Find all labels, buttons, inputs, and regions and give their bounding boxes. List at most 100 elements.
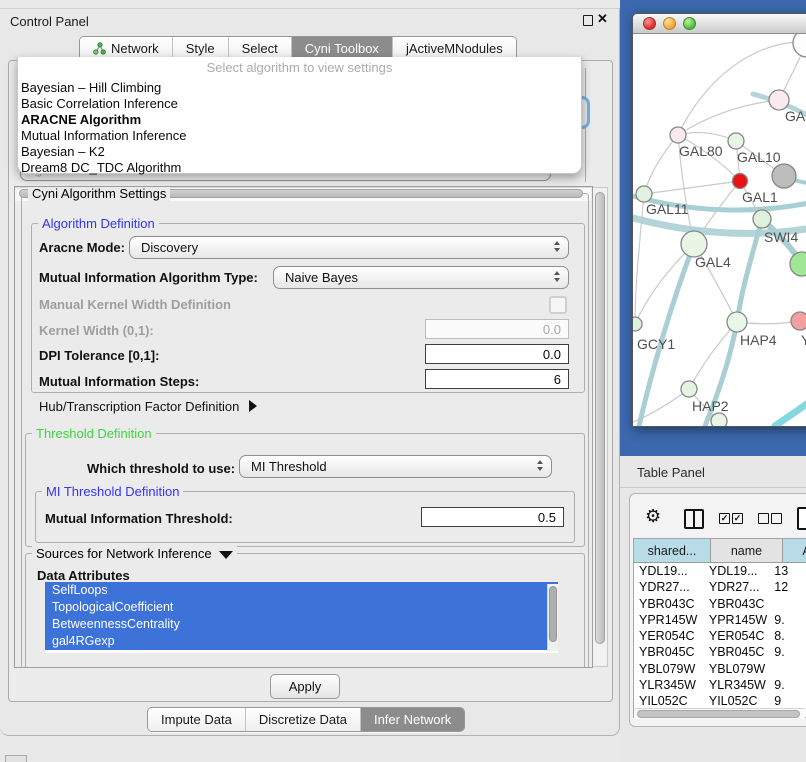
table-row[interactable]: YER054CYER054C8. bbox=[634, 628, 806, 644]
mi-threshold-field[interactable]: 0.5 bbox=[421, 507, 564, 527]
settings-vertical-scrollbar-thumb[interactable] bbox=[595, 192, 605, 644]
minimize-traffic-light[interactable] bbox=[663, 17, 676, 30]
float-window-icon[interactable] bbox=[583, 15, 593, 26]
node[interactable] bbox=[769, 90, 789, 110]
mi-steps-label: Mutual Information Steps: bbox=[39, 374, 199, 389]
algorithm-dropdown-popup: Select algorithm to view settings Bayesi… bbox=[17, 57, 582, 174]
kernel-width-label: Kernel Width (0,1): bbox=[39, 323, 154, 338]
algorithm-option[interactable]: Dream8 DC_TDC Algorithm bbox=[21, 160, 573, 176]
node-gal80[interactable] bbox=[670, 127, 686, 143]
column-header-name[interactable]: name bbox=[711, 539, 783, 563]
collapsed-panel-icon[interactable] bbox=[5, 755, 27, 762]
columns-icon[interactable] bbox=[684, 509, 704, 529]
table-row[interactable]: YBR045CYBR045C9. bbox=[634, 644, 806, 660]
network-canvas[interactable]: GAL GAL80 GAL10 GAL1 GAL11 SWI4 GAL4 GCY… bbox=[633, 34, 806, 426]
tab-discretize-data[interactable]: Discretize Data bbox=[245, 708, 360, 731]
hub-definition-label: Hub/Transcription Factor Definition bbox=[39, 399, 239, 414]
node-hap2[interactable] bbox=[681, 381, 697, 397]
tab-infer-network[interactable]: Infer Network bbox=[360, 708, 464, 731]
column-header[interactable]: A bbox=[783, 539, 806, 563]
settings-vertical-scrollbar[interactable] bbox=[593, 187, 608, 667]
data-attributes-list: SelfLoops TopologicalCoefficient Between… bbox=[45, 582, 558, 653]
manual-kernel-checkbox[interactable] bbox=[549, 296, 567, 314]
checked-checkbox-icon[interactable]: ✓ bbox=[732, 513, 743, 524]
table-horizontal-scrollbar-thumb[interactable] bbox=[637, 710, 800, 718]
algorithm-definition-title: Algorithm Definition bbox=[38, 216, 159, 231]
node-green[interactable] bbox=[790, 252, 806, 276]
table-row[interactable]: YPR145WYPR145W9. bbox=[634, 612, 806, 628]
list-scrollbar-thumb[interactable] bbox=[549, 586, 557, 642]
mi-type-combo[interactable]: Naive Bayes bbox=[273, 266, 569, 289]
settings-scrollpane: Cyni Algorithm Settings Algorithm Defini… bbox=[14, 186, 593, 668]
document-icon[interactable] bbox=[797, 507, 806, 530]
table-row[interactable]: YBL079WYBL079W bbox=[634, 661, 806, 677]
algorithm-option[interactable]: Basic Correlation Inference bbox=[21, 96, 573, 112]
network-window-titlebar[interactable] bbox=[633, 14, 806, 34]
node-label: SWI4 bbox=[764, 229, 798, 245]
node-gray[interactable] bbox=[772, 164, 796, 188]
algorithm-option[interactable]: Bayesian – K2 bbox=[21, 144, 573, 160]
node-label: GAL bbox=[785, 108, 806, 124]
which-threshold-combo[interactable]: MI Threshold bbox=[239, 455, 552, 478]
attribute-item-selected[interactable]: SelfLoops bbox=[45, 582, 558, 599]
mi-type-label: Mutual Information Algorithm Type: bbox=[39, 270, 258, 285]
table-row[interactable]: YLR345WYLR345W9. bbox=[634, 677, 806, 693]
threshold-definition-title: Threshold Definition bbox=[32, 426, 156, 441]
mi-threshold-label: Mutual Information Threshold: bbox=[45, 511, 233, 526]
close-traffic-light[interactable] bbox=[643, 17, 656, 30]
algorithm-option-selected[interactable]: ARACNE Algorithm bbox=[21, 112, 573, 128]
tab-impute-data[interactable]: Impute Data bbox=[148, 708, 245, 731]
attribute-item-selected[interactable]: BetweennessCentrality bbox=[45, 616, 558, 633]
attribute-item-selected[interactable]: gal4RGexp bbox=[45, 633, 558, 650]
checked-checkbox-icon[interactable]: ✓ bbox=[719, 513, 730, 524]
node-label: GAL1 bbox=[742, 189, 778, 205]
group-title: Cyni Algorithm Settings bbox=[28, 186, 170, 201]
node-hap4[interactable] bbox=[727, 312, 747, 332]
sources-toggle[interactable]: Sources for Network Inference bbox=[32, 546, 237, 561]
data-attributes-label: Data Attributes bbox=[37, 568, 130, 583]
table-header-row: shared... name A bbox=[634, 539, 806, 563]
mi-threshold-title: MI Threshold Definition bbox=[42, 484, 183, 499]
aracne-mode-label: Aracne Mode: bbox=[39, 240, 125, 255]
which-threshold-label: Which threshold to use: bbox=[87, 461, 235, 476]
divider bbox=[620, 487, 806, 488]
table-horizontal-scrollbar[interactable] bbox=[634, 708, 805, 719]
close-icon[interactable]: ✕ bbox=[597, 11, 608, 27]
stepper-arrows-icon bbox=[537, 460, 543, 471]
algorithm-option[interactable]: Mutual Information Inference bbox=[21, 128, 573, 144]
which-threshold-value: MI Threshold bbox=[251, 459, 327, 474]
kernel-width-field[interactable]: 0.0 bbox=[425, 319, 569, 339]
network-icon bbox=[93, 42, 106, 55]
control-panel-title: Control Panel bbox=[10, 14, 89, 29]
node-gal1-red[interactable] bbox=[733, 174, 748, 189]
algorithm-option[interactable]: Bayesian – Hill Climbing bbox=[21, 80, 573, 96]
screen: Control Panel ✕ Network Style Select Cyn… bbox=[0, 0, 806, 762]
node[interactable] bbox=[711, 413, 727, 426]
zoom-traffic-light[interactable] bbox=[683, 17, 696, 30]
unchecked-checkbox-icon[interactable] bbox=[771, 513, 782, 524]
aracne-mode-combo[interactable]: Discovery bbox=[129, 236, 569, 259]
attribute-item-selected[interactable]: TopologicalCoefficient bbox=[45, 599, 558, 616]
apply-button[interactable]: Apply bbox=[270, 674, 340, 699]
mi-steps-field[interactable]: 6 bbox=[425, 369, 569, 389]
network-view-window[interactable]: GAL GAL80 GAL10 GAL1 GAL11 SWI4 GAL4 GCY… bbox=[632, 13, 806, 427]
node-label: GAL4 bbox=[695, 254, 731, 270]
node[interactable] bbox=[793, 34, 806, 57]
manual-kernel-label: Manual Kernel Width Definition bbox=[39, 297, 231, 312]
unchecked-checkbox-icon[interactable] bbox=[758, 513, 769, 524]
node-swi4[interactable] bbox=[753, 210, 771, 228]
list-scrollbar[interactable] bbox=[547, 584, 558, 651]
dpi-tolerance-field[interactable]: 0.0 bbox=[425, 344, 569, 364]
gear-icon[interactable]: ⚙ bbox=[645, 506, 661, 527]
table-row[interactable]: YDR27...YDR27...12 bbox=[634, 579, 806, 595]
node-gcy1[interactable] bbox=[633, 317, 642, 331]
table-row[interactable]: YBR043CYBR043C bbox=[634, 596, 806, 612]
table-row[interactable]: YDL19...YDL19...13 bbox=[634, 563, 806, 579]
stepper-arrows-icon bbox=[554, 241, 560, 252]
hub-definition-toggle[interactable]: Hub/Transcription Factor Definition bbox=[39, 399, 257, 414]
node-gal11[interactable] bbox=[636, 186, 652, 202]
node-gal10[interactable] bbox=[728, 133, 744, 149]
dpi-tolerance-label: DPI Tolerance [0,1]: bbox=[39, 348, 159, 363]
node-salmon[interactable] bbox=[791, 312, 806, 330]
column-header-shared-name[interactable]: shared... bbox=[634, 539, 711, 563]
